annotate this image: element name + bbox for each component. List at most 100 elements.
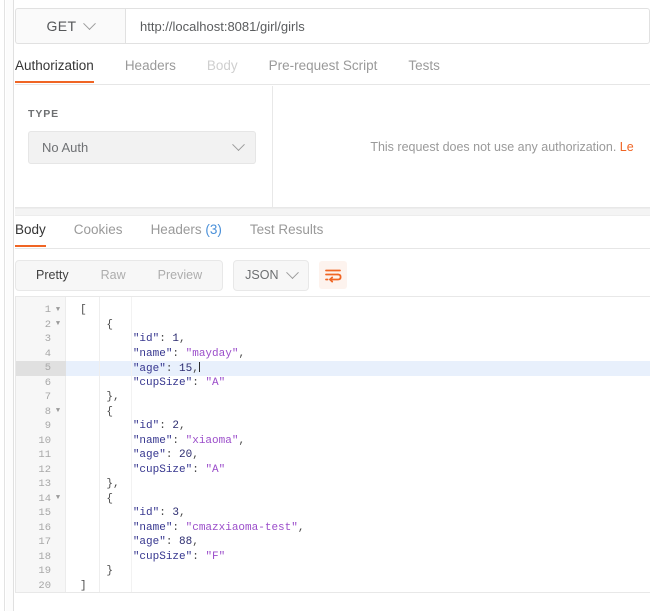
- code-line[interactable]: 15 "id": 3,: [16, 506, 650, 521]
- code-text: "cupSize": "A": [66, 464, 650, 476]
- code-line[interactable]: 4 "name": "mayday",: [16, 347, 650, 362]
- tab-headers[interactable]: Headers: [125, 55, 176, 82]
- token: :: [192, 377, 205, 389]
- code-line[interactable]: 8▼ {: [16, 405, 650, 420]
- view-mode-pretty[interactable]: Pretty: [20, 261, 85, 290]
- token: },: [106, 478, 119, 490]
- tab-pre-request-script[interactable]: Pre-request Script: [269, 55, 378, 82]
- line-number: 3: [16, 332, 66, 347]
- code-text: },: [66, 391, 650, 403]
- fold-arrow-icon[interactable]: ▼: [54, 321, 62, 328]
- chevron-down-icon: [232, 138, 245, 151]
- token: "A": [205, 377, 225, 389]
- token: "id": [133, 507, 159, 519]
- code-line[interactable]: 1▼[: [16, 303, 650, 318]
- url-input[interactable]: http://localhost:8081/girl/girls: [125, 8, 650, 44]
- word-wrap-button[interactable]: [319, 261, 347, 289]
- chevron-down-icon: [84, 17, 97, 30]
- token: :: [166, 536, 179, 548]
- token: ,: [179, 333, 186, 345]
- tab-authorization[interactable]: Authorization: [15, 55, 94, 82]
- code-line[interactable]: 12 "cupSize": "A": [16, 463, 650, 478]
- line-number: 5: [16, 361, 66, 376]
- fold-arrow-icon[interactable]: ▼: [54, 495, 62, 502]
- pane-splitter[interactable]: [15, 208, 650, 216]
- code-line[interactable]: 2▼ {: [16, 318, 650, 333]
- view-mode-preview[interactable]: Preview: [142, 261, 218, 290]
- token: },: [106, 391, 119, 403]
- auth-learn-more-link[interactable]: Le: [620, 140, 634, 154]
- line-number-text: 3: [36, 333, 51, 345]
- line-number: 20: [16, 579, 66, 594]
- line-number: 14▼: [16, 492, 66, 507]
- auth-message-section: This request does not use any authorizat…: [274, 86, 650, 207]
- token: "cmazxiaoma-test": [186, 522, 298, 534]
- line-number: 13: [16, 477, 66, 492]
- format-dropdown[interactable]: JSON: [233, 260, 309, 291]
- line-number-text: 16: [36, 522, 51, 534]
- token: :: [166, 449, 179, 461]
- response-tab-cookies-label: Cookies: [74, 222, 123, 237]
- code-text: "name": "xiaoma",: [66, 435, 650, 447]
- tab-tests[interactable]: Tests: [408, 55, 440, 82]
- line-number: 7: [16, 390, 66, 405]
- auth-message: This request does not use any authorizat…: [290, 140, 633, 154]
- token: "name": [133, 348, 173, 360]
- line-number-text: 19: [36, 565, 51, 577]
- response-tab-body[interactable]: Body: [15, 219, 46, 246]
- code-line[interactable]: 14▼ {: [16, 492, 650, 507]
- token: "id": [133, 420, 159, 432]
- tab-body[interactable]: Body: [207, 55, 238, 82]
- view-mode-raw[interactable]: Raw: [85, 261, 142, 290]
- main-content: GET http://localhost:8081/girl/girls Aut…: [15, 0, 650, 611]
- code-text: "id": 1,: [66, 333, 650, 345]
- code-line[interactable]: 17 "age": 88,: [16, 535, 650, 550]
- line-number: 11: [16, 448, 66, 463]
- token: ,: [298, 522, 305, 534]
- token: "A": [205, 464, 225, 476]
- line-number-text: 9: [36, 420, 51, 432]
- http-method-dropdown[interactable]: GET: [15, 8, 125, 44]
- view-mode-group: Pretty Raw Preview: [15, 260, 223, 291]
- token: 20: [179, 449, 192, 461]
- token: :: [172, 435, 185, 447]
- token: {: [106, 319, 113, 331]
- token: :: [172, 348, 185, 360]
- line-number-text: 20: [36, 580, 51, 592]
- code-line[interactable]: 6 "cupSize": "A": [16, 376, 650, 391]
- auth-type-label: TYPE: [28, 108, 272, 120]
- response-tab-headers-label: Headers: [151, 222, 202, 237]
- left-edge-strip-inner: [6, 0, 14, 611]
- token: "cupSize": [133, 551, 192, 563]
- code-line[interactable]: 10 "name": "xiaoma",: [16, 434, 650, 449]
- response-body-editor[interactable]: 1▼[2▼ {3 "id": 1,4 "name": "mayday",5 "a…: [15, 296, 650, 593]
- http-method-label: GET: [47, 18, 77, 34]
- code-line[interactable]: 7 },: [16, 390, 650, 405]
- auth-type-select[interactable]: No Auth: [28, 131, 256, 164]
- token: ]: [80, 580, 87, 592]
- code-line[interactable]: 11 "age": 20,: [16, 448, 650, 463]
- code-line[interactable]: 5 "age": 15,: [16, 361, 650, 376]
- line-number-text: 5: [36, 362, 51, 374]
- code-line[interactable]: 13 },: [16, 477, 650, 492]
- fold-arrow-icon[interactable]: ▼: [54, 307, 62, 314]
- response-tab-cookies[interactable]: Cookies: [74, 219, 123, 246]
- code-line[interactable]: 20]: [16, 579, 650, 594]
- code-line[interactable]: 18 "cupSize": "F": [16, 550, 650, 565]
- code-line[interactable]: 3 "id": 1,: [16, 332, 650, 347]
- line-number: 4: [16, 347, 66, 362]
- token: "F": [205, 551, 225, 563]
- code-text: {: [66, 406, 650, 418]
- token: 15: [179, 363, 192, 375]
- token: [: [80, 304, 87, 316]
- code-line[interactable]: 19 }: [16, 564, 650, 579]
- headers-count-badge: (3): [205, 222, 222, 237]
- response-tab-headers[interactable]: Headers (3): [151, 219, 222, 246]
- code-line[interactable]: 16 "name": "cmazxiaoma-test",: [16, 521, 650, 536]
- token: :: [192, 551, 205, 563]
- token: "name": [133, 435, 173, 447]
- token: "xiaoma": [186, 435, 239, 447]
- response-tab-test-results[interactable]: Test Results: [250, 219, 324, 246]
- code-line[interactable]: 9 "id": 2,: [16, 419, 650, 434]
- fold-arrow-icon[interactable]: ▼: [54, 408, 62, 415]
